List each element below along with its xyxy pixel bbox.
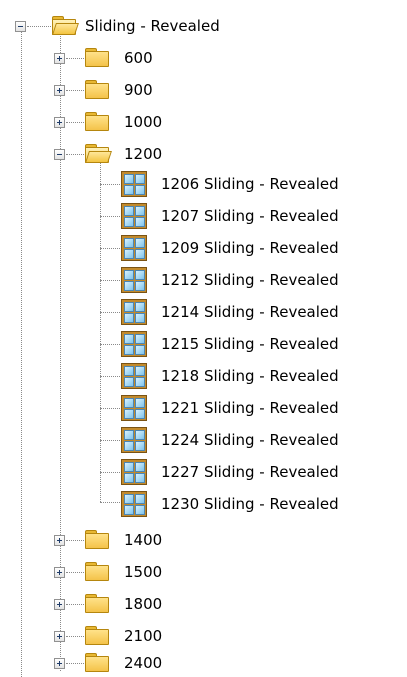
window-icon [121,267,147,293]
plus-box-icon[interactable] [54,85,65,96]
tree-node-folder[interactable]: 1500 [0,554,407,586]
plus-box-icon[interactable] [54,535,65,546]
tree-connector [100,472,120,473]
tree-node-label: 1215 Sliding - Revealed [161,335,339,353]
window-icon [121,491,147,517]
tree-node-label: 1221 Sliding - Revealed [161,399,339,417]
plus-box-icon[interactable] [54,117,65,128]
tree-node-label: 1209 Sliding - Revealed [161,239,339,257]
tree-node-folder[interactable]: 900 [0,72,407,104]
folder-icon [85,530,109,549]
window-icon [121,235,147,261]
tree-node-item[interactable]: 1214 Sliding - Revealed [0,298,407,330]
open-folder-icon [52,16,79,35]
tree-connector [66,604,84,605]
tree-connector [100,216,120,217]
tree-node-item[interactable]: 1212 Sliding - Revealed [0,266,407,298]
tree-node-label: 1200 [124,145,163,163]
tree-node-label: 1214 Sliding - Revealed [161,303,339,321]
tree-connector [100,408,120,409]
tree-view: Sliding - Revealed 600 900 1000 1200 120… [0,0,407,677]
tree-node-item[interactable]: 1218 Sliding - Revealed [0,362,407,394]
window-icon [121,363,147,389]
tree-node-item[interactable]: 1215 Sliding - Revealed [0,330,407,362]
tree-node-folder[interactable]: 1800 [0,586,407,618]
tree-node-label: 1207 Sliding - Revealed [161,207,339,225]
plus-box-icon[interactable] [54,567,65,578]
tree-connector [100,312,120,313]
tree-node-folder[interactable]: 2400 [0,645,407,677]
tree-node-item[interactable]: 1224 Sliding - Revealed [0,426,407,458]
window-icon [121,459,147,485]
folder-icon [85,562,109,581]
window-icon [121,203,147,229]
tree-node-folder[interactable]: 600 [0,40,407,72]
folder-icon [85,48,109,67]
tree-node-label: 1206 Sliding - Revealed [161,175,339,193]
plus-box-icon[interactable] [54,658,65,669]
tree-node-root[interactable]: Sliding - Revealed [0,8,407,40]
window-icon [121,427,147,453]
tree-connector [100,376,120,377]
folder-icon [85,653,109,672]
folder-icon [85,594,109,613]
tree-node-label: 1227 Sliding - Revealed [161,463,339,481]
tree-node-folder-open[interactable]: 1200 [0,136,407,168]
tree-connector [27,26,51,27]
tree-node-item[interactable]: 1221 Sliding - Revealed [0,394,407,426]
plus-box-icon[interactable] [54,631,65,642]
window-icon [121,331,147,357]
tree-node-label: 2400 [124,654,163,672]
tree-node-folder[interactable]: 1400 [0,522,407,554]
tree-connector [100,280,120,281]
plus-box-icon[interactable] [54,53,65,64]
tree-connector [100,248,120,249]
tree-node-item[interactable]: 1207 Sliding - Revealed [0,202,407,234]
tree-node-label: 1218 Sliding - Revealed [161,367,339,385]
tree-connector [100,440,120,441]
window-icon [121,171,147,197]
tree-connector [66,540,84,541]
tree-node-label: 900 [124,81,153,99]
tree-node-item[interactable]: 1209 Sliding - Revealed [0,234,407,266]
tree-node-label: 1000 [124,113,163,131]
tree-connector [66,663,84,664]
tree-node-label: 1800 [124,595,163,613]
minus-box-icon[interactable] [54,149,65,160]
tree-connector [100,184,120,185]
tree-node-folder[interactable]: 1000 [0,104,407,136]
tree-node-label: 2100 [124,627,163,645]
tree-connector [66,122,84,123]
tree-node-label: 600 [124,49,153,67]
window-icon [121,299,147,325]
tree-connector [66,154,84,155]
tree-node-label: 1400 [124,531,163,549]
folder-icon [85,112,109,131]
tree-connector [66,572,84,573]
tree-connector [66,90,84,91]
tree-node-item[interactable]: 1230 Sliding - Revealed [0,490,407,522]
tree-node-label: Sliding - Revealed [85,17,220,35]
minus-box-icon[interactable] [15,21,26,32]
window-icon [121,395,147,421]
tree-node-item[interactable]: 1206 Sliding - Revealed [0,170,407,202]
tree-node-label: 1230 Sliding - Revealed [161,495,339,513]
tree-connector [66,636,84,637]
open-folder-icon [85,144,112,163]
tree-connector [66,58,84,59]
tree-connector [100,344,120,345]
folder-icon [85,80,109,99]
folder-icon [85,626,109,645]
plus-box-icon[interactable] [54,599,65,610]
tree-node-label: 1212 Sliding - Revealed [161,271,339,289]
tree-node-label: 1224 Sliding - Revealed [161,431,339,449]
tree-node-label: 1500 [124,563,163,581]
tree-connector [100,502,120,503]
tree-node-item[interactable]: 1227 Sliding - Revealed [0,458,407,490]
